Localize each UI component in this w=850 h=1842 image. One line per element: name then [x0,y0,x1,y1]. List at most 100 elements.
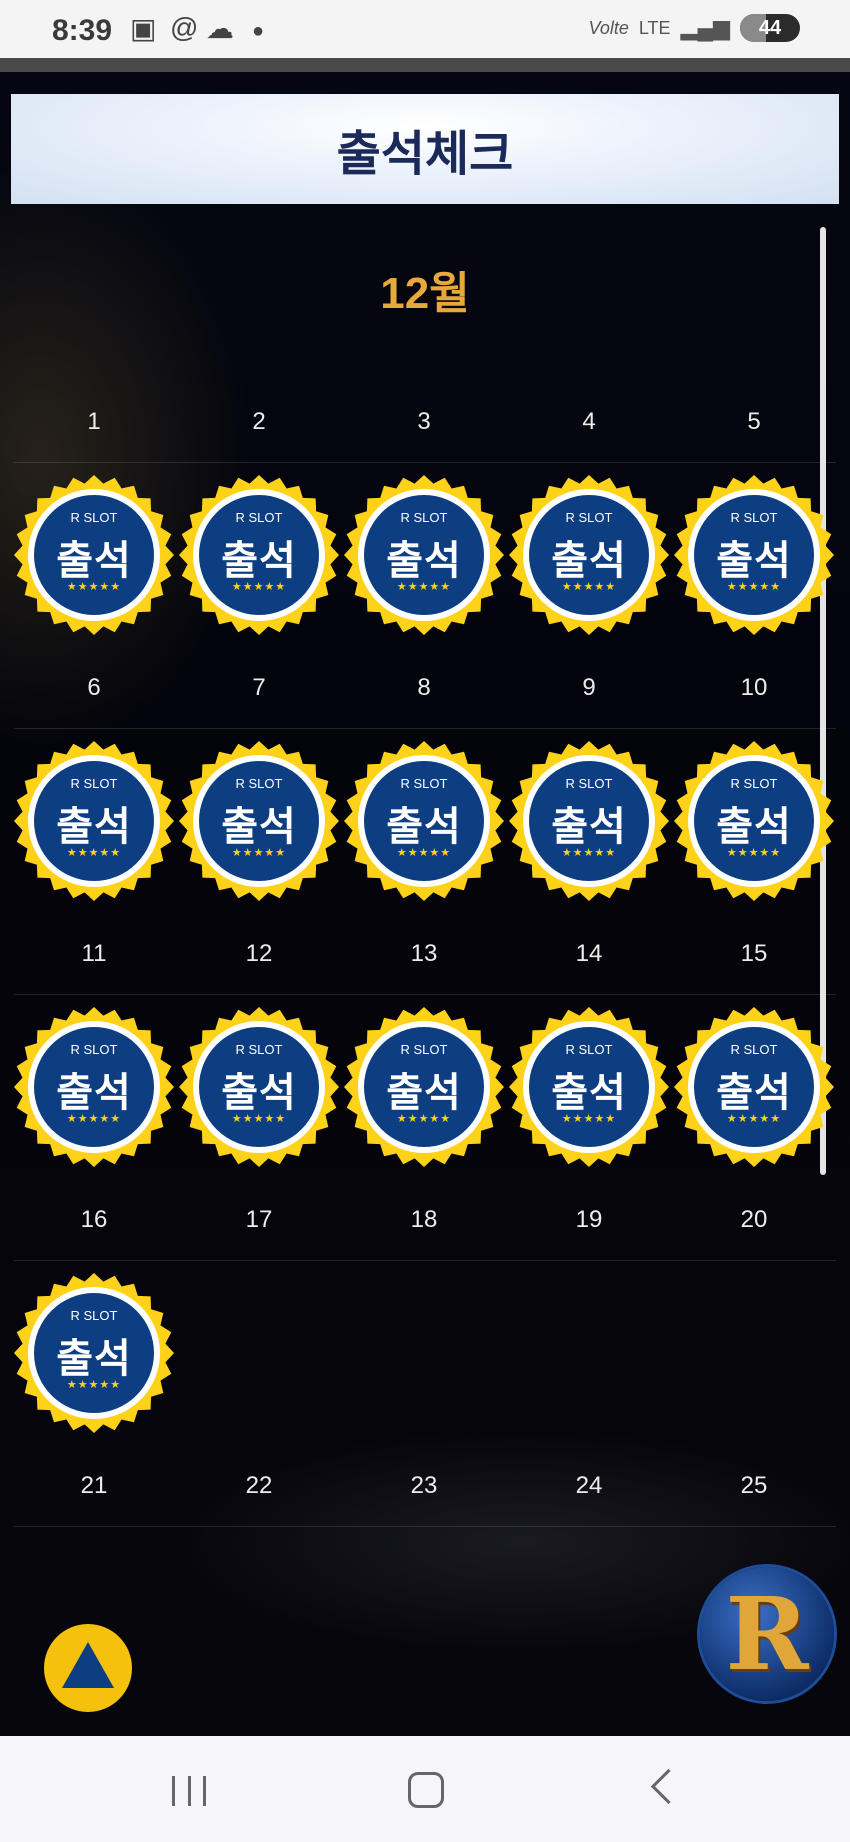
recent-apps-icon[interactable] [172,1776,206,1806]
calendar-row-divider [14,728,836,729]
calendar-row-divider [14,994,836,995]
calendar-day-number: 5 [747,408,761,435]
calendar-row-divider [14,1260,836,1261]
attendance-stamp[interactable]: R SLOT 출석 ★★★★★ [13,1006,175,1168]
attendance-stamp[interactable]: R SLOT 출석 ★★★★★ [178,474,340,636]
threads-icon: @ [170,12,199,43]
stamp-word: 출석 [551,805,627,849]
stamp-brand: R SLOT [235,776,283,791]
status-bar: 8:39 ▣ @ ☁ ● Volte LTE ▂▄▆ 44 [0,0,850,58]
page-title: 출석체크 [336,128,514,181]
brand-logo-letter: R [725,1575,809,1693]
stamp-brand: R SLOT [70,510,118,525]
attendance-stamp[interactable]: R SLOT 출석 ★★★★★ [13,740,175,902]
calendar-day-number: 19 [575,1206,603,1233]
volte-label: Volte [588,17,629,38]
stamp-stars: ★★★★★ [231,581,287,593]
home-icon[interactable] [408,1772,444,1808]
stamp-brand: R SLOT [565,776,613,791]
stamp-brand: R SLOT [730,776,778,791]
stamp-word: 출석 [221,1071,297,1115]
attendance-stamp[interactable]: R SLOT 출석 ★★★★★ [13,1272,175,1434]
stamp-word: 출석 [56,539,132,583]
stamp-brand: R SLOT [730,1042,778,1057]
calendar-day-number: 18 [410,1206,438,1233]
signal-icon: ▂▄▆ [680,15,730,40]
attendance-stamp[interactable]: R SLOT 출석 ★★★★★ [508,474,670,636]
stamp-brand: R SLOT [70,1042,118,1057]
attendance-stamp[interactable]: R SLOT 출석 ★★★★★ [508,740,670,902]
attendance-stamp[interactable]: R SLOT 출석 ★★★★★ [343,1006,505,1168]
calendar-day-number: 24 [575,1472,603,1499]
attendance-stamp[interactable]: R SLOT 출석 ★★★★★ [13,474,175,636]
attendance-stamp[interactable]: R SLOT 출석 ★★★★★ [673,474,835,636]
attendance-stamp[interactable]: R SLOT 출석 ★★★★★ [178,740,340,902]
stamp-stars: ★★★★★ [561,1113,617,1125]
stamp-word: 출석 [56,1071,132,1115]
calendar-day-number: 13 [410,940,438,967]
calendar-day-number: 8 [417,674,431,701]
stamp-stars: ★★★★★ [396,847,452,859]
scroll-top-button[interactable] [44,1624,132,1712]
calendar-day-number: 21 [80,1472,108,1499]
stamp-word: 출석 [221,539,297,583]
stamp-stars: ★★★★★ [231,1113,287,1125]
attendance-stamp[interactable]: R SLOT 출석 ★★★★★ [508,1006,670,1168]
stamp-stars: ★★★★★ [561,847,617,859]
stamp-word: 출석 [386,1071,462,1115]
brand-logo-button[interactable]: R [700,1567,834,1701]
stamp-stars: ★★★★★ [396,581,452,593]
stamp-word: 출석 [386,539,462,583]
calendar-day-number: 20 [740,1206,768,1233]
notification-dot-icon: ● [252,20,265,42]
attendance-stamp[interactable]: R SLOT 출석 ★★★★★ [673,1006,835,1168]
stamp-stars: ★★★★★ [231,847,287,859]
stamp-brand: R SLOT [565,510,613,525]
stamp-brand: R SLOT [565,1042,613,1057]
stamp-brand: R SLOT [400,776,448,791]
calendar-day-number: 22 [245,1472,273,1499]
calendar-day-number: 23 [410,1472,438,1499]
stamp-stars: ★★★★★ [561,581,617,593]
calendar-day-number: 14 [575,940,603,967]
stamp-word: 출석 [551,539,627,583]
stamp-word: 출석 [56,805,132,849]
stamp-word: 출석 [386,805,462,849]
up-arrow-icon [62,1642,114,1688]
stamp-brand: R SLOT [400,1042,448,1057]
stamp-word: 출석 [716,1071,792,1115]
attendance-stamp[interactable]: R SLOT 출석 ★★★★★ [673,740,835,902]
stamp-brand: R SLOT [400,510,448,525]
calendar-day-number: 12 [245,940,273,967]
calendar-row-divider [14,462,836,463]
calendar-day-number: 11 [81,940,107,967]
top-divider [0,58,850,72]
system-nav-bar [0,1736,850,1842]
stamp-stars: ★★★★★ [66,1379,122,1391]
calendar-day-number: 10 [740,674,768,701]
stamp-word: 출석 [716,805,792,849]
battery-icon: 44 [740,14,800,42]
stamp-word: 출석 [221,805,297,849]
stamp-stars: ★★★★★ [66,847,122,859]
page-header: 출석체크 [11,94,839,204]
attendance-stamp[interactable]: R SLOT 출석 ★★★★★ [343,740,505,902]
stamp-brand: R SLOT [730,510,778,525]
calendar-day-number: 6 [87,674,101,701]
back-icon[interactable] [650,1768,687,1805]
stamp-brand: R SLOT [70,1308,118,1323]
network-label: LTE [638,17,671,38]
attendance-stamp[interactable]: R SLOT 출석 ★★★★★ [343,474,505,636]
calendar-row-divider [14,1526,836,1527]
screenshot-icon: ▣ [130,13,157,44]
calendar-day-number: 15 [740,940,768,967]
calendar-day-number: 4 [582,408,596,435]
stamp-word: 출석 [716,539,792,583]
calendar-day-number: 1 [87,408,101,435]
cloud-icon: ☁ [206,13,234,44]
stamp-stars: ★★★★★ [726,581,782,593]
attendance-page: 출석체크 12월 1R SLOT 출석 ★★★★★ 2 R SLOT 출석 ★★★★★ 3 R … [0,72,850,1736]
status-time: 8:39 [52,14,113,47]
calendar-day-number: 9 [582,674,596,701]
attendance-stamp[interactable]: R SLOT 출석 ★★★★★ [178,1006,340,1168]
